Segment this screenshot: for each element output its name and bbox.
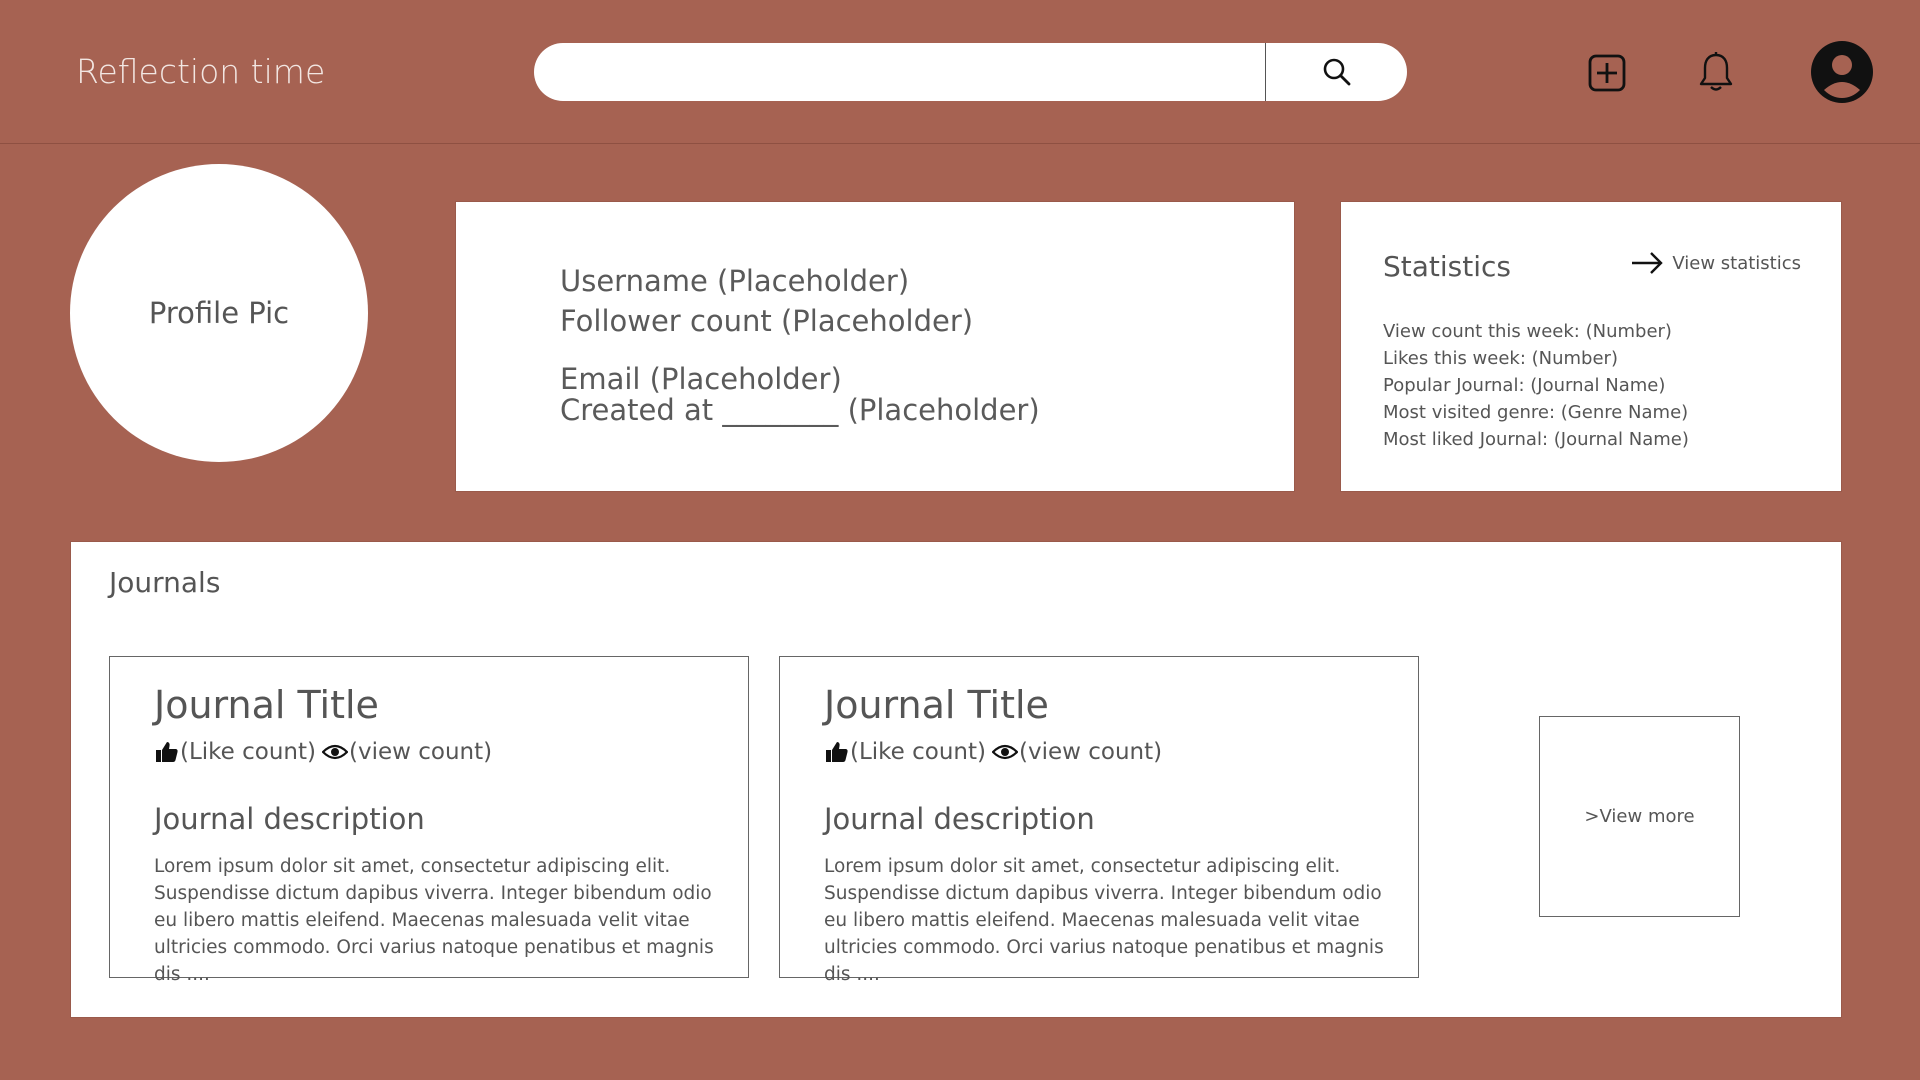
arrow-right-icon: [1632, 252, 1664, 274]
journal-meta: (Like count) (view count): [154, 739, 492, 765]
stat-item: Most liked Journal: (Journal Name): [1383, 429, 1689, 450]
statistics-card: Statistics View statistics View count th…: [1340, 201, 1842, 492]
user-menu-button[interactable]: [1810, 40, 1874, 108]
thumbs-up-icon: [156, 742, 178, 762]
view-statistics-label: View statistics: [1672, 252, 1801, 274]
eye-icon: [992, 744, 1019, 760]
journal-description: Lorem ipsum dolor sit amet, consectetur …: [154, 856, 714, 985]
follower-count: Follower count (Placeholder): [560, 304, 974, 338]
journal-description-heading: Journal description: [824, 802, 1095, 836]
journal-description-heading: Journal description: [154, 802, 425, 836]
username: Username (Placeholder): [560, 264, 910, 298]
created-at: Created at ________ (Placeholder): [560, 393, 1040, 427]
journal-description: Lorem ipsum dolor sit amet, consectetur …: [824, 856, 1384, 985]
statistics-list: View count this week: (Number) Likes thi…: [1383, 318, 1689, 453]
view-more-label: >View more: [1584, 806, 1695, 827]
stat-item: Most visited genre: (Genre Name): [1383, 402, 1689, 423]
journal-meta: (Like count) (view count): [824, 739, 1162, 765]
thumbs-up-icon: [826, 742, 848, 762]
profile-info-card: Username (Placeholder) Follower count (P…: [455, 201, 1295, 492]
search-input[interactable]: [534, 43, 1265, 101]
profile-picture[interactable]: Profile Pic: [70, 164, 368, 462]
user-avatar-icon: [1811, 41, 1873, 103]
add-square-icon: [1588, 54, 1626, 92]
view-count: (view count): [349, 739, 493, 765]
journal-title: Journal Title: [824, 683, 1049, 727]
add-journal-button[interactable]: [1588, 54, 1626, 96]
view-statistics-link[interactable]: View statistics: [1630, 251, 1801, 275]
bell-icon: [1699, 52, 1733, 91]
statistics-title: Statistics: [1383, 250, 1511, 283]
search-bar: [534, 43, 1407, 101]
top-header: Reflection time: [0, 0, 1920, 144]
stat-item: Likes this week: (Number): [1383, 348, 1618, 369]
stat-item: View count this week: (Number): [1383, 321, 1672, 342]
eye-icon: [322, 744, 349, 760]
view-more-button[interactable]: >View more: [1539, 716, 1740, 917]
journal-card[interactable]: Journal Title (Like count) (view count) …: [779, 656, 1419, 985]
profile-pic-label: Profile Pic: [148, 296, 290, 330]
app-title: Reflection time: [76, 52, 326, 91]
journals-panel: Journals Journal Title (Like count) (vie…: [70, 541, 1842, 1018]
stat-item: Popular Journal: (Journal Name): [1383, 375, 1666, 396]
view-count: (view count): [1019, 739, 1163, 765]
search-icon: [1323, 58, 1350, 86]
journals-title: Journals: [109, 566, 221, 599]
journal-title: Journal Title: [154, 683, 379, 727]
notifications-button[interactable]: [1697, 51, 1735, 97]
like-count: (Like count): [850, 739, 987, 765]
search-button[interactable]: [1265, 43, 1407, 101]
email: Email (Placeholder): [560, 362, 842, 396]
journal-card[interactable]: Journal Title (Like count) (view count) …: [109, 656, 749, 985]
like-count: (Like count): [180, 739, 317, 765]
